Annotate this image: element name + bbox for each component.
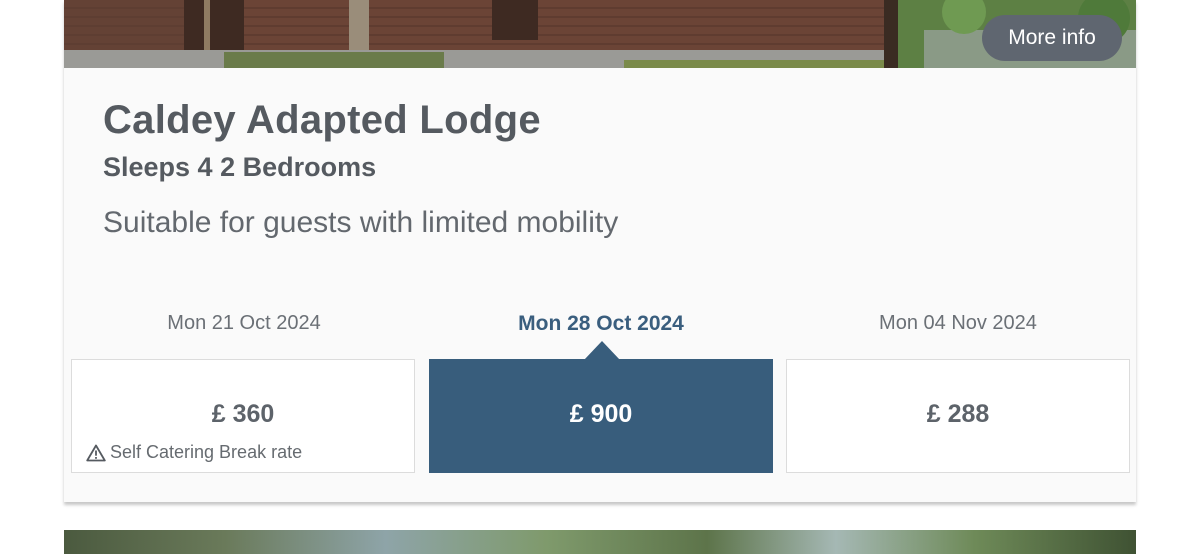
rate-note-text: Self Catering Break rate (110, 442, 303, 462)
page: More info Caldey Adapted Lodge Sleeps 4 … (0, 0, 1200, 554)
date-label-2[interactable]: Mon 28 Oct 2024 (428, 312, 774, 336)
lodge-card: More info Caldey Adapted Lodge Sleeps 4 … (64, 0, 1136, 502)
warning-icon (86, 444, 106, 461)
price-value-2: £ 900 (569, 400, 633, 428)
price-option-3[interactable]: £ 288 (786, 359, 1130, 473)
date-label-3[interactable]: Mon 04 Nov 2024 (785, 312, 1131, 335)
price-value-3: £ 288 (926, 400, 990, 428)
lodge-photo-graphic (64, 0, 1136, 68)
lodge-title: Caldey Adapted Lodge (103, 98, 541, 142)
selected-pointer (584, 341, 620, 360)
next-lodge-photo[interactable] (64, 530, 1136, 554)
price-value-1: £ 360 (211, 400, 275, 428)
lodge-description: Suitable for guests with limited mobilit… (103, 206, 619, 239)
lodge-photo[interactable]: More info (64, 0, 1136, 68)
date-label-1[interactable]: Mon 21 Oct 2024 (71, 312, 417, 335)
rate-note: Self Catering Break rate (86, 442, 302, 463)
lodge-capacity: Sleeps 4 2 Bedrooms (103, 152, 377, 182)
price-option-2[interactable]: £ 900 (429, 341, 773, 473)
more-info-button[interactable]: More info (982, 15, 1122, 61)
price-option-1[interactable]: £ 360 Self Catering Break rate (71, 359, 415, 473)
